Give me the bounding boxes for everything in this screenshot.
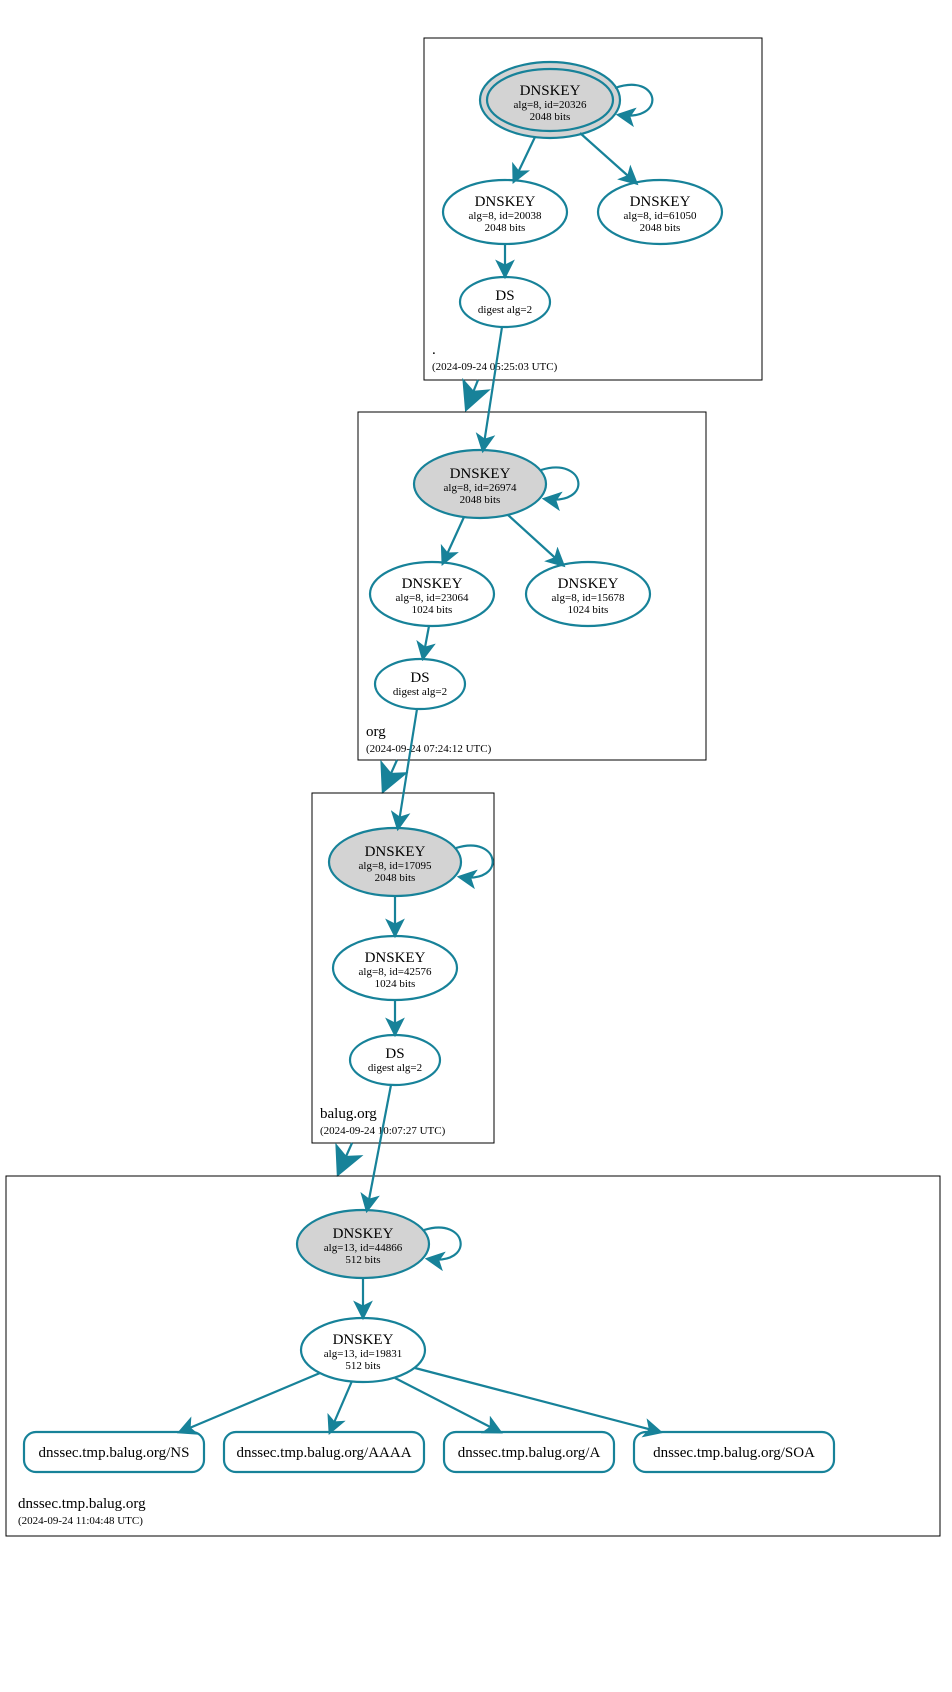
svg-text:alg=13, id=44866: alg=13, id=44866 [324, 1242, 403, 1254]
svg-text:alg=13, id=19831: alg=13, id=19831 [324, 1348, 402, 1360]
svg-text:DNSKEY: DNSKEY [558, 576, 619, 592]
zone-box-leaf [6, 1176, 940, 1536]
svg-text:alg=8, id=61050: alg=8, id=61050 [624, 210, 697, 222]
svg-text:digest alg=2: digest alg=2 [368, 1062, 422, 1074]
zone-name-org: org [366, 724, 386, 740]
balug-ds: DS digest alg=2 [350, 1035, 440, 1085]
svg-text:1024 bits: 1024 bits [568, 604, 609, 616]
root-zsk-20038: DNSKEY alg=8, id=20038 2048 bits [443, 180, 567, 244]
svg-text:DNSKEY: DNSKEY [475, 194, 536, 210]
svg-text:dnssec.tmp.balug.org/SOA: dnssec.tmp.balug.org/SOA [653, 1445, 815, 1461]
svg-text:DS: DS [385, 1046, 404, 1062]
svg-text:512 bits: 512 bits [345, 1254, 380, 1266]
svg-text:DNSKEY: DNSKEY [630, 194, 691, 210]
org-zsk-23064: DNSKEY alg=8, id=23064 1024 bits [370, 562, 494, 626]
svg-text:DNSKEY: DNSKEY [450, 466, 511, 482]
svg-text:2048 bits: 2048 bits [460, 494, 501, 506]
svg-text:dnssec.tmp.balug.org/AAAA: dnssec.tmp.balug.org/AAAA [236, 1445, 411, 1461]
zone-name-leaf: dnssec.tmp.balug.org [18, 1496, 146, 1512]
balug-ksk: DNSKEY alg=8, id=17095 2048 bits [329, 828, 461, 896]
svg-text:2048 bits: 2048 bits [375, 872, 416, 884]
svg-text:alg=8, id=26974: alg=8, id=26974 [444, 482, 517, 494]
svg-text:alg=8, id=17095: alg=8, id=17095 [359, 860, 432, 872]
svg-text:DS: DS [410, 670, 429, 686]
org-ds: DS digest alg=2 [375, 659, 465, 709]
dnssec-diagram: . (2024-09-24 05:25:03 UTC) DNSKEY alg=8… [0, 0, 952, 1692]
root-zsk-61050: DNSKEY alg=8, id=61050 2048 bits [598, 180, 722, 244]
balug-zsk: DNSKEY alg=8, id=42576 1024 bits [333, 936, 457, 1000]
root-ds: DS digest alg=2 [460, 277, 550, 327]
zone-timestamp-org: (2024-09-24 07:24:12 UTC) [366, 743, 492, 755]
svg-text:2048 bits: 2048 bits [640, 222, 681, 234]
svg-text:alg=8, id=15678: alg=8, id=15678 [552, 592, 625, 604]
org-zsk-15678: DNSKEY alg=8, id=15678 1024 bits [526, 562, 650, 626]
svg-text:digest alg=2: digest alg=2 [393, 686, 447, 698]
svg-text:dnssec.tmp.balug.org/NS: dnssec.tmp.balug.org/NS [39, 1445, 190, 1461]
svg-text:DNSKEY: DNSKEY [402, 576, 463, 592]
svg-text:1024 bits: 1024 bits [375, 978, 416, 990]
svg-text:2048 bits: 2048 bits [530, 111, 571, 123]
svg-text:512 bits: 512 bits [345, 1360, 380, 1372]
svg-text:alg=8, id=42576: alg=8, id=42576 [359, 966, 432, 978]
svg-text:DNSKEY: DNSKEY [365, 844, 426, 860]
svg-text:DNSKEY: DNSKEY [333, 1332, 394, 1348]
svg-text:alg=8, id=20038: alg=8, id=20038 [469, 210, 542, 222]
root-ksk: DNSKEY alg=8, id=20326 2048 bits [480, 62, 620, 138]
svg-text:2048 bits: 2048 bits [485, 222, 526, 234]
svg-text:DNSKEY: DNSKEY [365, 950, 426, 966]
zone-name-balug: balug.org [320, 1106, 377, 1122]
svg-text:DS: DS [495, 288, 514, 304]
svg-text:digest alg=2: digest alg=2 [478, 304, 532, 316]
org-ksk: DNSKEY alg=8, id=26974 2048 bits [414, 450, 546, 518]
svg-text:1024 bits: 1024 bits [412, 604, 453, 616]
svg-text:dnssec.tmp.balug.org/A: dnssec.tmp.balug.org/A [458, 1445, 601, 1461]
zone-name-root: . [432, 342, 436, 358]
svg-text:alg=8, id=23064: alg=8, id=23064 [396, 592, 469, 604]
svg-text:DNSKEY: DNSKEY [333, 1226, 394, 1242]
svg-text:DNSKEY: DNSKEY [520, 83, 581, 99]
leaf-ksk: DNSKEY alg=13, id=44866 512 bits [297, 1210, 429, 1278]
zone-timestamp-leaf: (2024-09-24 11:04:48 UTC) [18, 1515, 143, 1527]
svg-text:alg=8, id=20326: alg=8, id=20326 [514, 99, 587, 111]
